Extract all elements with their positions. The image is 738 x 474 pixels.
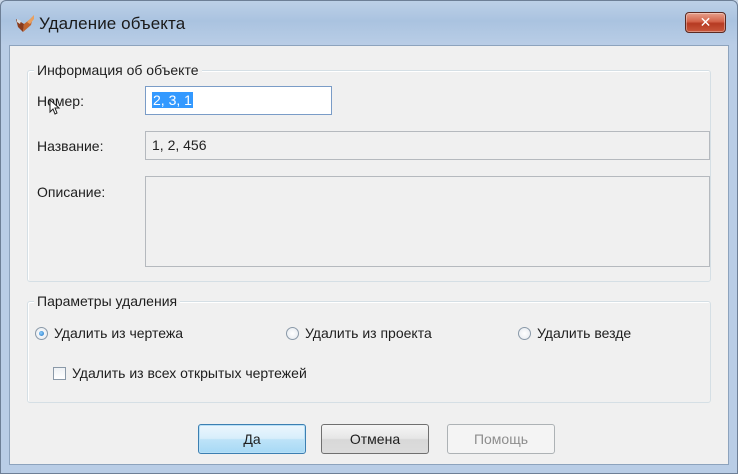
app-icon <box>16 15 34 32</box>
title-bar[interactable]: Удаление объекта ✕ <box>1 1 737 45</box>
number-value: 2, 3, 1 <box>152 92 193 108</box>
close-button[interactable]: ✕ <box>685 12 726 33</box>
checkbox-icon <box>53 366 66 380</box>
description-field[interactable] <box>145 176 710 267</box>
name-field[interactable]: 1, 2, 456 <box>145 131 710 160</box>
object-info-group: Информация об объекте Номер: 2, 3, 1 Наз… <box>27 61 711 282</box>
checkbox-delete-all-open[interactable]: Удалить из всех открытых чертежей <box>53 365 307 381</box>
help-button[interactable]: Помощь <box>447 424 555 454</box>
radio-delete-everywhere[interactable]: Удалить везде <box>518 325 631 341</box>
checkbox-label: Удалить из всех открытых чертежей <box>72 365 307 381</box>
close-icon: ✕ <box>699 14 712 30</box>
delete-params-group: Параметры удаления Удалить из чертежа Уд… <box>27 292 711 403</box>
mouse-cursor-icon <box>49 99 61 115</box>
radio-unchecked-icon <box>518 326 531 340</box>
delete-params-legend: Параметры удаления <box>34 292 181 310</box>
yes-button[interactable]: Да <box>198 424 306 454</box>
object-info-legend: Информация об объекте <box>34 61 202 79</box>
radio-checked-icon <box>35 326 48 340</box>
window-title: Удаление объекта <box>39 14 186 33</box>
radio-label: Удалить везде <box>537 325 632 341</box>
name-label: Название: <box>37 138 104 154</box>
radio-delete-from-drawing[interactable]: Удалить из чертежа <box>35 325 183 341</box>
radio-label: Удалить из чертежа <box>54 325 184 341</box>
cancel-button[interactable]: Отмена <box>321 424 429 454</box>
radio-delete-from-project[interactable]: Удалить из проекта <box>286 325 432 341</box>
dialog-window: Удаление объекта ✕ Информация об объекте… <box>0 0 738 474</box>
number-field[interactable]: 2, 3, 1 <box>145 86 332 115</box>
radio-unchecked-icon <box>286 326 299 340</box>
name-value: 1, 2, 456 <box>152 137 207 153</box>
dialog-body: Информация об объекте Номер: 2, 3, 1 Наз… <box>9 45 729 465</box>
radio-label: Удалить из проекта <box>305 325 432 341</box>
description-label: Описание: <box>37 184 106 200</box>
